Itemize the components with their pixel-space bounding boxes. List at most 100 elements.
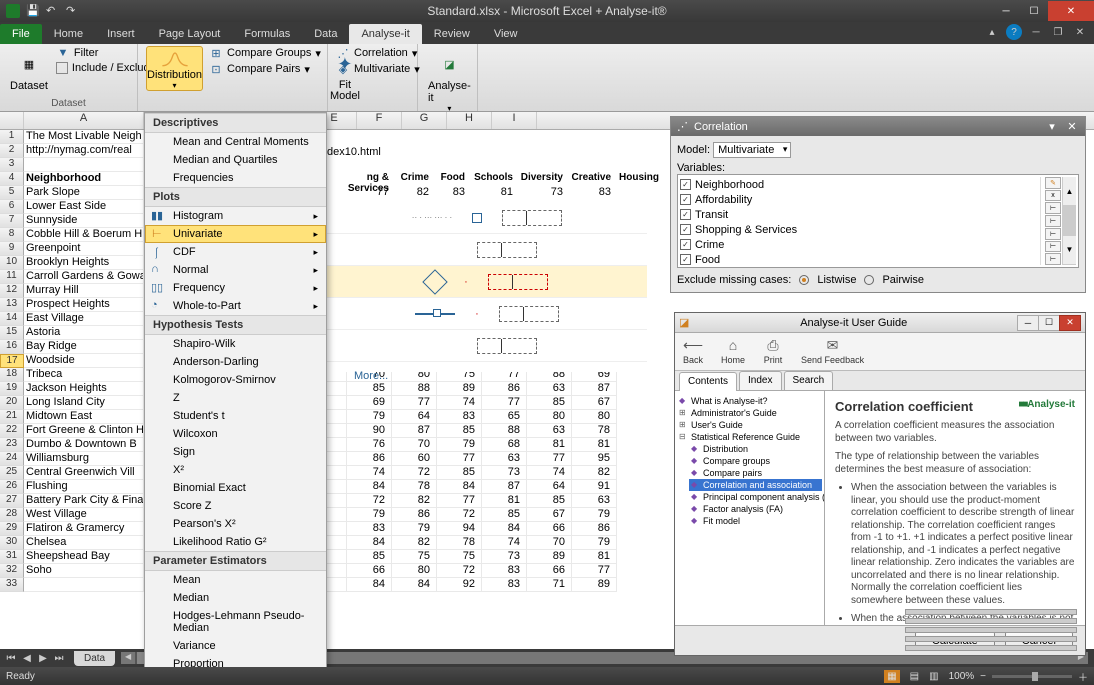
tab-analyse-it[interactable]: Analyse-it (349, 24, 421, 44)
tab-file[interactable]: File (0, 24, 42, 44)
cell[interactable]: 84 (347, 578, 392, 592)
cell[interactable]: Midtown East (24, 410, 144, 424)
checkbox-icon[interactable]: ✓ (680, 239, 691, 250)
cell[interactable]: 73 (482, 466, 527, 480)
cell[interactable]: 87 (572, 382, 617, 396)
cell[interactable]: 77 (437, 494, 482, 508)
cell[interactable]: Neighborhood (24, 172, 144, 186)
cell[interactable]: 84 (437, 480, 482, 494)
cell[interactable]: Brooklyn Heights (24, 256, 144, 270)
radio-listwise[interactable] (799, 275, 809, 285)
cell[interactable]: Central Greenwich Vill (24, 466, 144, 480)
role-icon[interactable]: ⊢ (1045, 228, 1061, 240)
cell[interactable]: 84 (347, 536, 392, 550)
help-tab-search[interactable]: Search (784, 371, 834, 390)
row-header[interactable]: 9 (0, 242, 24, 256)
cell[interactable]: 74 (437, 396, 482, 410)
sheet-nav-prev[interactable]: ◀ (20, 653, 34, 664)
menu-likelihood[interactable]: Likelihood Ratio G² (145, 533, 326, 551)
cell[interactable]: Lower East Side (24, 200, 144, 214)
cell[interactable]: 85 (527, 396, 572, 410)
cell[interactable]: 74 (482, 536, 527, 550)
help-close-button[interactable]: ✕ (1059, 315, 1081, 331)
menu-histogram[interactable]: ▮▮Histogram▸ (145, 207, 326, 225)
help-tab-contents[interactable]: Contents (679, 372, 737, 391)
cell[interactable]: 84 (482, 522, 527, 536)
tree-node[interactable]: Correlation and association (689, 479, 822, 491)
panel-header[interactable]: ⋰ Correlation ▾ ✕ (671, 117, 1085, 136)
row-header[interactable]: 13 (0, 298, 24, 312)
col-header[interactable]: A (24, 112, 144, 129)
cell[interactable]: 63 (572, 494, 617, 508)
menu-score-z[interactable]: Score Z (145, 497, 326, 515)
variable-row[interactable]: ✓Transit (680, 207, 1040, 222)
row-header[interactable]: 16 (0, 340, 24, 354)
cell[interactable]: 83 (437, 410, 482, 424)
cell[interactable]: Prospect Heights (24, 298, 144, 312)
row-header[interactable]: 18 (0, 368, 24, 382)
row-header[interactable]: 6 (0, 200, 24, 214)
cell[interactable]: Battery Park City & Fina (24, 494, 144, 508)
cell[interactable]: 79 (572, 508, 617, 522)
tab-data[interactable]: Data (302, 24, 349, 44)
cell[interactable]: 91 (572, 480, 617, 494)
cell[interactable]: 86 (392, 508, 437, 522)
cell[interactable]: 80 (527, 410, 572, 424)
tree-node[interactable]: Compare pairs (689, 467, 822, 479)
cell[interactable]: 72 (437, 564, 482, 578)
zoom-slider[interactable] (992, 675, 1072, 678)
cell[interactable]: 64 (527, 480, 572, 494)
row-header[interactable]: 23 (0, 438, 24, 452)
row-header[interactable]: 33 (0, 578, 24, 592)
menu-binomial[interactable]: Binomial Exact (145, 479, 326, 497)
menu-sign[interactable]: Sign (145, 443, 326, 461)
undo-icon[interactable]: ↶ (46, 4, 60, 18)
cell[interactable]: 86 (572, 522, 617, 536)
cell[interactable]: Greenpoint (24, 242, 144, 256)
role-icon[interactable]: ⊢ (1045, 215, 1061, 227)
save-icon[interactable]: 💾 (26, 4, 40, 18)
sheet-tab-data[interactable]: Data (74, 651, 115, 666)
tree-node[interactable]: Compare groups (689, 455, 822, 467)
analyseit-button[interactable]: ◪ Analyse-it ▾ (426, 46, 473, 115)
cell[interactable]: 88 (482, 424, 527, 438)
help-back-button[interactable]: ⟵Back (683, 335, 703, 368)
row-header[interactable]: 12 (0, 284, 24, 298)
cell[interactable]: 85 (527, 494, 572, 508)
cell[interactable]: 82 (572, 466, 617, 480)
cell[interactable]: 87 (482, 480, 527, 494)
cell[interactable]: 85 (437, 466, 482, 480)
cell[interactable]: 78 (437, 536, 482, 550)
minimize-button[interactable]: ─ (992, 1, 1020, 21)
menu-normal[interactable]: ∩Normal▸ (145, 261, 326, 279)
workbook-restore-icon[interactable]: ❐ (1050, 24, 1066, 40)
cell[interactable]: Bay Ridge (24, 340, 144, 354)
list-scrollbar[interactable]: ▲ ▼ (1062, 177, 1076, 265)
scroll-thumb[interactable] (1063, 206, 1076, 235)
row-header[interactable]: 14 (0, 312, 24, 326)
cell[interactable]: Soho (24, 564, 144, 578)
cell[interactable]: 95 (572, 452, 617, 466)
cell[interactable]: 81 (572, 550, 617, 564)
menu-pearson[interactable]: Pearson's X² (145, 515, 326, 533)
row-header[interactable]: 5 (0, 186, 24, 200)
row-header[interactable]: 8 (0, 228, 24, 242)
row-header[interactable]: 11 (0, 270, 24, 284)
row-header[interactable]: 3 (0, 158, 24, 172)
cell[interactable]: 92 (437, 578, 482, 592)
cell[interactable]: West Village (24, 508, 144, 522)
cell[interactable]: 85 (347, 382, 392, 396)
help-home-button[interactable]: ⌂Home (721, 335, 745, 368)
menu-est-variance[interactable]: Variance (145, 637, 326, 655)
help-titlebar[interactable]: ◪ Analyse-it User Guide ─ ☐ ✕ (675, 313, 1085, 333)
cell[interactable]: Sunnyside (24, 214, 144, 228)
help-minimize-button[interactable]: ─ (1017, 315, 1039, 331)
tab-view[interactable]: View (482, 24, 530, 44)
row-header[interactable]: 27 (0, 494, 24, 508)
col-header[interactable]: H (447, 112, 492, 129)
cell[interactable]: 89 (572, 578, 617, 592)
distribution-button[interactable]: Distribution ▾ (146, 46, 203, 91)
help-feedback-button[interactable]: ✉Send Feedback (801, 335, 864, 368)
cell[interactable]: Jackson Heights (24, 382, 144, 396)
cell[interactable]: 69 (347, 396, 392, 410)
